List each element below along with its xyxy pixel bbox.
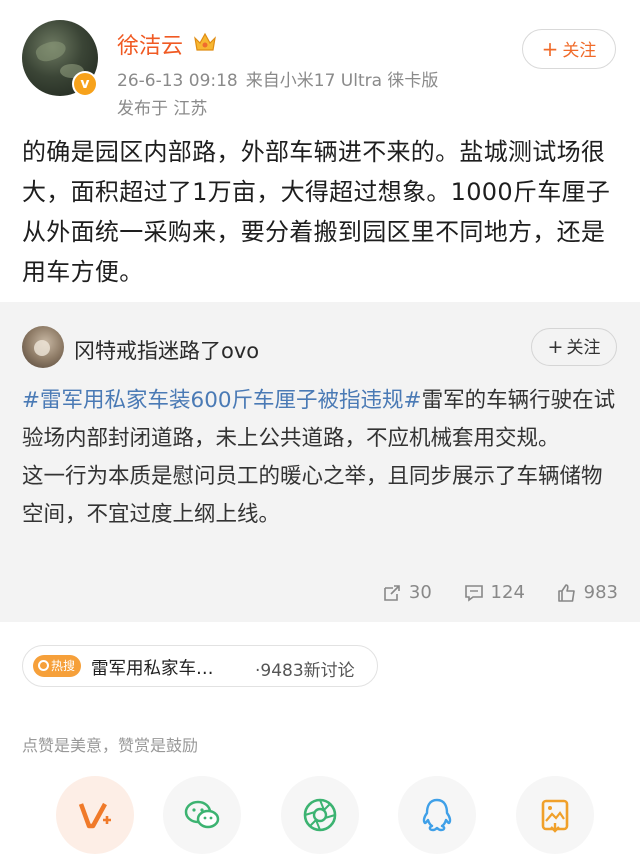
crown-icon [194, 32, 216, 51]
comment-icon [464, 584, 483, 602]
plus-icon: + [541, 37, 559, 61]
repost-username[interactable]: 冈特戒指迷路了ovo [74, 335, 259, 365]
repost-stats: 30 124 983 [356, 582, 618, 608]
plus-icon: + [547, 336, 564, 358]
topic-title: 雷军用私家车… [91, 659, 214, 679]
save-image-icon [541, 799, 569, 833]
like-count-value: 983 [583, 582, 618, 603]
post-username[interactable]: 徐洁云 [117, 28, 183, 60]
repost-follow-label: 关注 [566, 338, 601, 358]
post-text: 的确是园区内部路，外部车辆进不来的。盐城测试场很大，面积超过了1万亩，大得超过想… [22, 138, 611, 286]
thumbs-up-icon [557, 583, 575, 602]
post-date: 26-6-13 09:18 [117, 71, 238, 91]
repost-user-avatar[interactable] [22, 326, 64, 368]
qq-icon [422, 798, 452, 832]
share-wechat-button[interactable] [163, 776, 241, 854]
repost-paragraph-1: #雷军用私家车装600斤车厘子被指违规#雷军的车辆行驶在试验场内部封闭道路，未上… [22, 382, 622, 458]
repost-text: #雷军用私家车装600斤车厘子被指违规#雷军的车辆行驶在试验场内部封闭道路，未上… [22, 382, 622, 534]
hashtag-link[interactable]: #雷军用私家车装600斤车厘子被指违规# [22, 388, 422, 413]
moments-icon [303, 798, 337, 832]
post-header: v 徐洁云 26-6-13 09:18 来自小米17 Ultra 徕卡版 发布于 … [0, 0, 640, 125]
topic-discussion-count: ·9483新讨论 [255, 661, 355, 681]
reposted-card[interactable]: 冈特戒指迷路了ovo + 关注 #雷军用私家车装600斤车厘子被指违规#雷军的车辆… [0, 302, 640, 622]
verified-badge-icon: v [72, 71, 98, 97]
follow-button[interactable]: + 关注 [522, 29, 616, 69]
reward-hint: 点赞是美意，赞赏是鼓励 [22, 736, 199, 755]
share-moments-button[interactable] [281, 776, 359, 854]
follow-button-label: 关注 [562, 41, 597, 61]
share-row [0, 770, 640, 863]
post-meta: 26-6-13 09:18 来自小米17 Ultra 徕卡版 [117, 66, 438, 91]
trending-topic-pill[interactable]: 热搜 雷军用私家车… ·9483新讨论 [22, 645, 378, 687]
hot-search-badge: 热搜 [33, 655, 81, 677]
save-image-button[interactable] [516, 776, 594, 854]
repost-count-value: 30 [408, 582, 432, 603]
repost-icon [384, 584, 400, 601]
post-source: 来自小米17 Ultra 徕卡版 [245, 71, 439, 91]
repost-follow-button[interactable]: + 关注 [531, 328, 617, 366]
comment-count-value: 124 [490, 582, 525, 603]
like-count[interactable]: 983 [557, 582, 618, 603]
vplus-icon [78, 802, 111, 829]
post-location: 发布于 江苏 [117, 99, 208, 119]
comment-count[interactable]: 124 [464, 582, 525, 603]
repost-paragraph-2: 这一行为本质是慰问员工的暖心之举，且同步展示了车辆储物空间，不宜过度上纲上线。 [22, 464, 603, 527]
repost-count[interactable]: 30 [382, 582, 432, 603]
share-qq-button[interactable] [398, 776, 476, 854]
wechat-icon [184, 800, 220, 829]
vplus-button[interactable] [56, 776, 134, 854]
